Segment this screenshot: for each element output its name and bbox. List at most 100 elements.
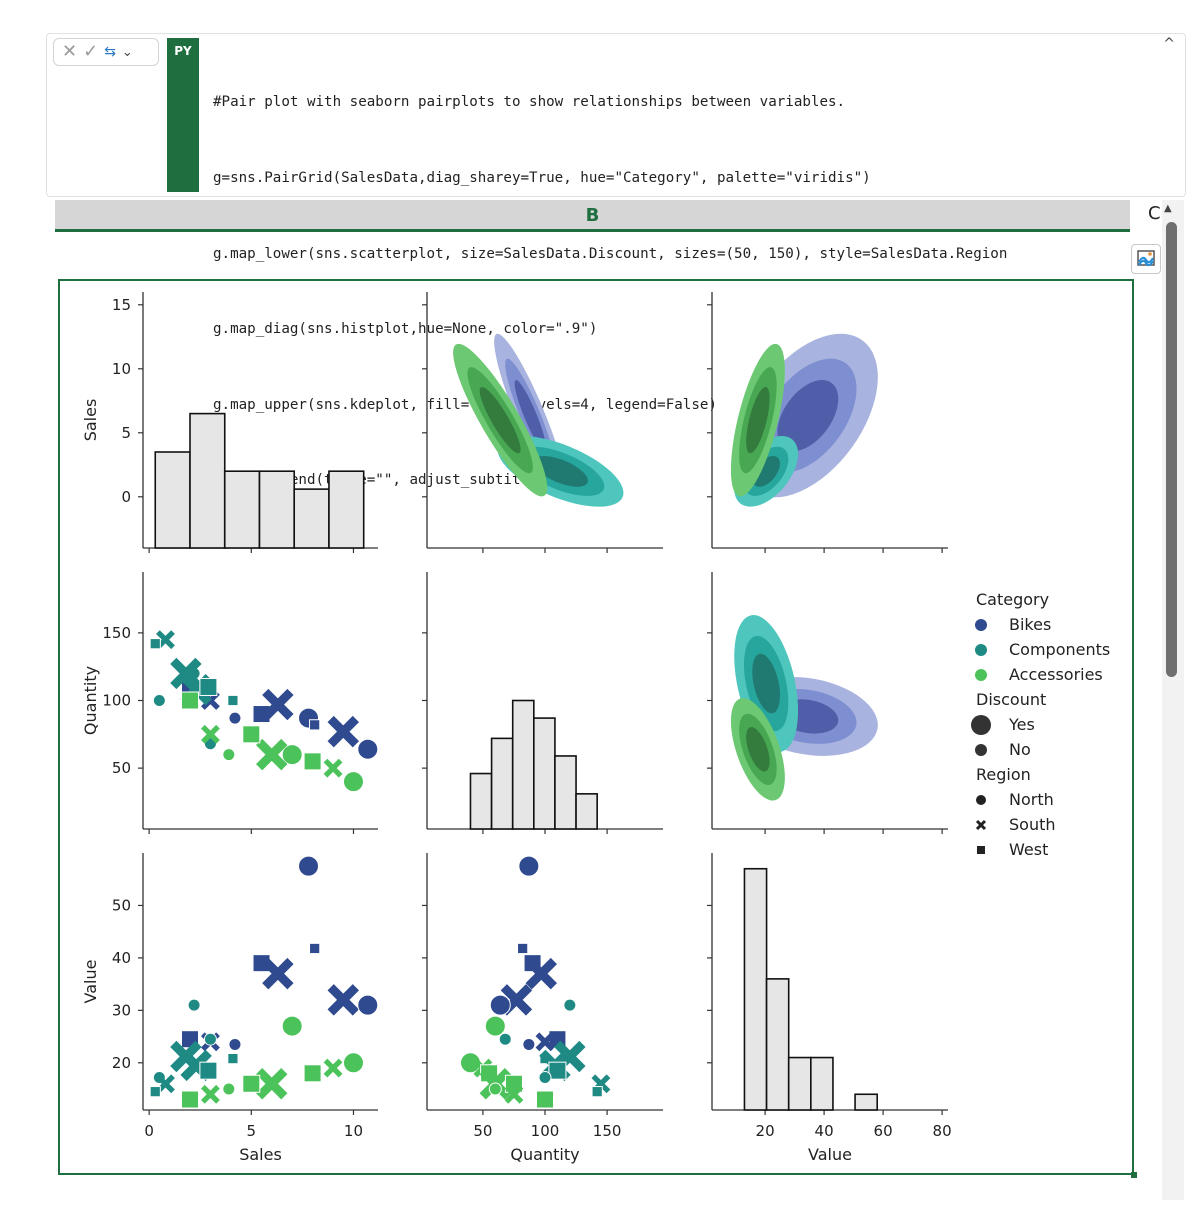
legend-marker [976, 795, 986, 805]
legend-marker [975, 644, 987, 656]
y-tick-label: 10 [112, 360, 131, 378]
x-tick-label: 0 [144, 1122, 154, 1140]
histogram-bar [293, 488, 330, 549]
x-axis-label: Sales [239, 1145, 282, 1164]
y-tick-label: 50 [112, 759, 131, 777]
scatter-point [222, 748, 236, 762]
legend-item: Bikes [1009, 615, 1051, 634]
scatter-point [498, 1032, 512, 1046]
scatter-point [187, 998, 201, 1012]
y-tick-label: 20 [112, 1054, 131, 1072]
scatter-point [563, 998, 577, 1012]
scatter-point [327, 715, 359, 748]
legend-item: North [1009, 790, 1054, 809]
scatter-point [199, 677, 218, 696]
legend-title-category: Category [976, 590, 1049, 609]
scatter-point [199, 1061, 218, 1080]
scatter-point [522, 1037, 536, 1051]
histogram-bar [469, 772, 493, 830]
scatter-point [327, 984, 359, 1016]
scatter-point [309, 942, 321, 955]
x-tick-label: 5 [247, 1122, 257, 1140]
scatter-point [323, 1058, 343, 1078]
scatter-point [262, 957, 294, 990]
legend-item: No [1009, 740, 1031, 759]
scatter-point [181, 691, 199, 710]
histogram-bar [810, 1056, 834, 1111]
histogram-bar [765, 978, 790, 1111]
x-tick-label: 150 [593, 1122, 622, 1140]
y-tick-label: 30 [112, 1001, 131, 1019]
legend-marker [977, 846, 985, 854]
histogram-bar [490, 737, 514, 830]
scatter-point [298, 855, 320, 877]
scatter-point [536, 1090, 554, 1109]
histogram-bar [223, 470, 261, 549]
scatter-point [517, 942, 529, 955]
scatter-point [281, 1015, 303, 1037]
y-tick-label: 100 [102, 692, 131, 710]
scatter-point [538, 1070, 552, 1084]
y-tick-label: 15 [112, 296, 131, 314]
scatter-point [242, 1074, 261, 1093]
scatter-point [156, 1074, 175, 1094]
legend-title-region: Region [976, 765, 1031, 784]
y-tick-label: 40 [112, 949, 131, 967]
scatter-point [303, 752, 322, 771]
histogram-bar [189, 412, 226, 549]
x-tick-label: 60 [874, 1122, 893, 1140]
legend-marker [975, 819, 987, 831]
x-tick-label: 50 [473, 1122, 492, 1140]
scatter-point [242, 725, 261, 744]
scatter-point [256, 1068, 288, 1100]
scatter-point [222, 1082, 236, 1096]
histogram-bar [743, 867, 768, 1111]
y-axis-label: Quantity [81, 666, 100, 735]
histogram-bar [328, 470, 365, 549]
scatter-point [203, 1032, 217, 1046]
x-tick-label: 10 [344, 1122, 363, 1140]
scatter-point [342, 1052, 364, 1074]
legend-title-discount: Discount [976, 690, 1046, 709]
histogram-bar [154, 451, 191, 549]
scatter-point [256, 738, 288, 771]
x-tick-label: 80 [933, 1122, 952, 1140]
legend-marker [975, 744, 987, 756]
kde-panel [730, 333, 878, 507]
scatter-point [342, 771, 364, 793]
histogram-bar [854, 1093, 879, 1111]
legend-marker [975, 669, 987, 681]
histogram-bar [787, 1056, 812, 1111]
scatter-point [489, 994, 511, 1016]
scatter-point [309, 719, 321, 731]
scatter-point [357, 994, 379, 1016]
legend-item: Accessories [1009, 665, 1103, 684]
scatter-point [181, 1090, 199, 1109]
scatter-point [152, 694, 166, 707]
scatter-point [201, 1084, 220, 1104]
legend-marker [975, 619, 987, 631]
scatter-panel [149, 855, 379, 1109]
scatter-point [227, 1053, 239, 1065]
x-tick-label: 40 [815, 1122, 834, 1140]
scatter-point [156, 630, 175, 650]
scatter-point [149, 638, 161, 650]
scatter-point [149, 1086, 161, 1098]
scatter-point [488, 1082, 502, 1096]
scatter-point [227, 694, 239, 707]
legend-item: Yes [1008, 715, 1035, 734]
kde-panel [453, 333, 624, 507]
x-tick-label: 20 [756, 1122, 775, 1140]
scatter-point [518, 855, 540, 877]
scatter-point [357, 738, 379, 760]
x-axis-label: Value [808, 1145, 852, 1164]
histogram-bar [511, 699, 535, 830]
scatter-point [484, 1015, 506, 1037]
legend-item: West [1009, 840, 1048, 859]
y-axis-label: Sales [81, 399, 100, 442]
scatter-point [262, 688, 294, 721]
scatter-point [591, 1086, 603, 1098]
histogram-bar [575, 793, 598, 830]
scatter-point [281, 744, 303, 766]
kde-panel [730, 615, 878, 801]
